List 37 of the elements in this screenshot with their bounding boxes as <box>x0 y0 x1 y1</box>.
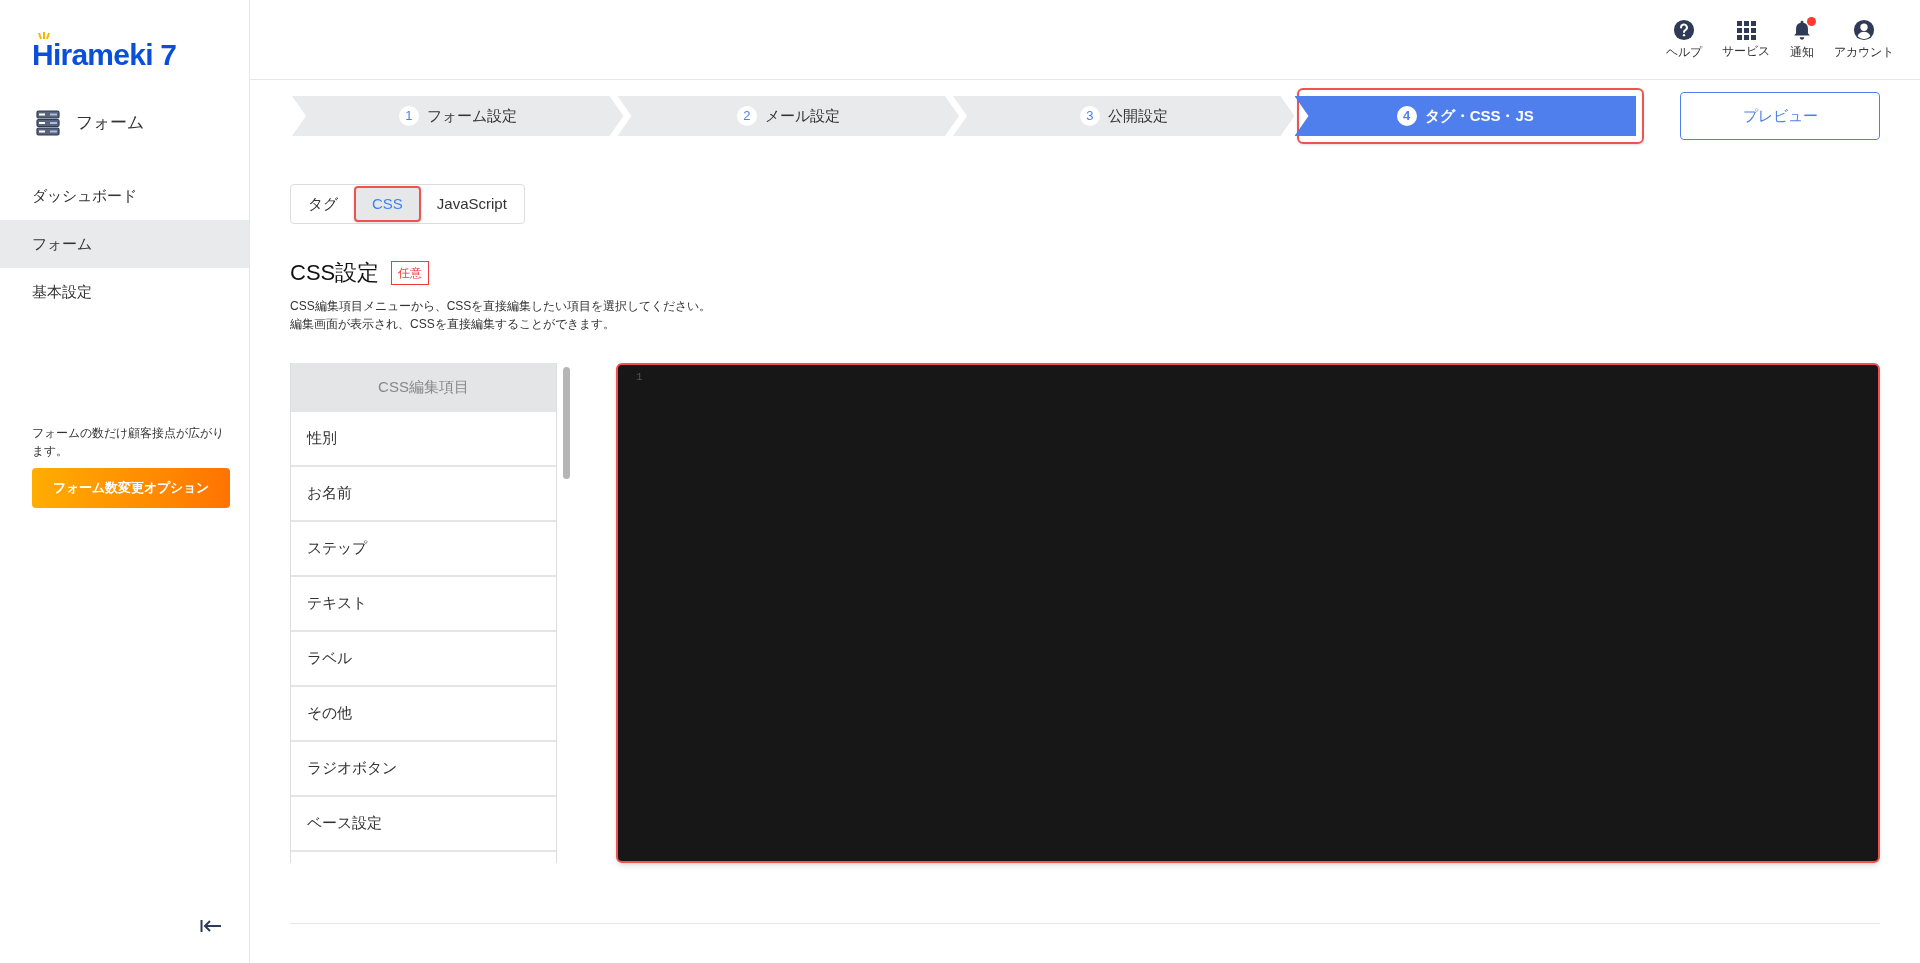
grid-icon <box>1736 19 1756 40</box>
header-action[interactable]: 通知 <box>1790 18 1814 61</box>
section-title: フォーム <box>76 112 144 135</box>
header-action[interactable]: アカウント <box>1834 18 1894 61</box>
list-item[interactable]: お名前 <box>291 467 556 522</box>
help-icon <box>1673 18 1695 41</box>
list-header: CSS編集項目 <box>291 363 556 412</box>
server-icon <box>36 110 60 136</box>
description-text: 編集画面が表示され、CSSを直接編集することができます。 <box>290 316 616 333</box>
step-tab[interactable]: 1 フォーム設定 <box>292 96 624 136</box>
header-action[interactable]: サービス <box>1722 19 1770 60</box>
step-tab[interactable]: 3 公開設定 <box>953 96 1295 136</box>
step-tab[interactable]: 4 タグ・CSS・JS <box>1294 96 1636 136</box>
promo-text: フォームの数だけ顧客接点が広がります。 <box>32 425 225 460</box>
bell-icon <box>1791 18 1813 41</box>
scrollbar[interactable] <box>563 367 570 479</box>
line-number: 1 <box>636 370 644 385</box>
preview-button[interactable]: プレビュー <box>1680 92 1880 140</box>
section-heading: CSS設定 <box>290 259 380 287</box>
sun-rays-icon <box>36 32 52 40</box>
tab[interactable]: タグ <box>292 186 354 222</box>
list-item[interactable]: ステップ <box>291 522 556 577</box>
tab[interactable]: JavaScript <box>420 186 523 222</box>
step-tab[interactable]: 2 メール設定 <box>617 96 959 136</box>
optional-tag: 任意 <box>391 260 430 285</box>
list-item[interactable]: ラジオボタン <box>291 742 556 797</box>
account-icon <box>1853 18 1875 41</box>
list-item[interactable]: ラベル <box>291 632 556 687</box>
list-item[interactable]: ベース設定 <box>291 797 556 852</box>
list-item[interactable]: その他 <box>291 687 556 742</box>
description-text: CSS編集項目メニューから、CSSを直接編集したい項目を選択してください。 <box>290 298 713 315</box>
logo[interactable]: Hirameki 7 <box>32 40 177 70</box>
list-item[interactable]: 性別 <box>291 412 556 467</box>
header-action[interactable]: ヘルプ <box>1666 18 1702 61</box>
collapse-icon[interactable] <box>200 919 222 933</box>
nav-item[interactable]: フォーム <box>0 220 249 268</box>
list-item[interactable]: テキスト <box>291 577 556 632</box>
